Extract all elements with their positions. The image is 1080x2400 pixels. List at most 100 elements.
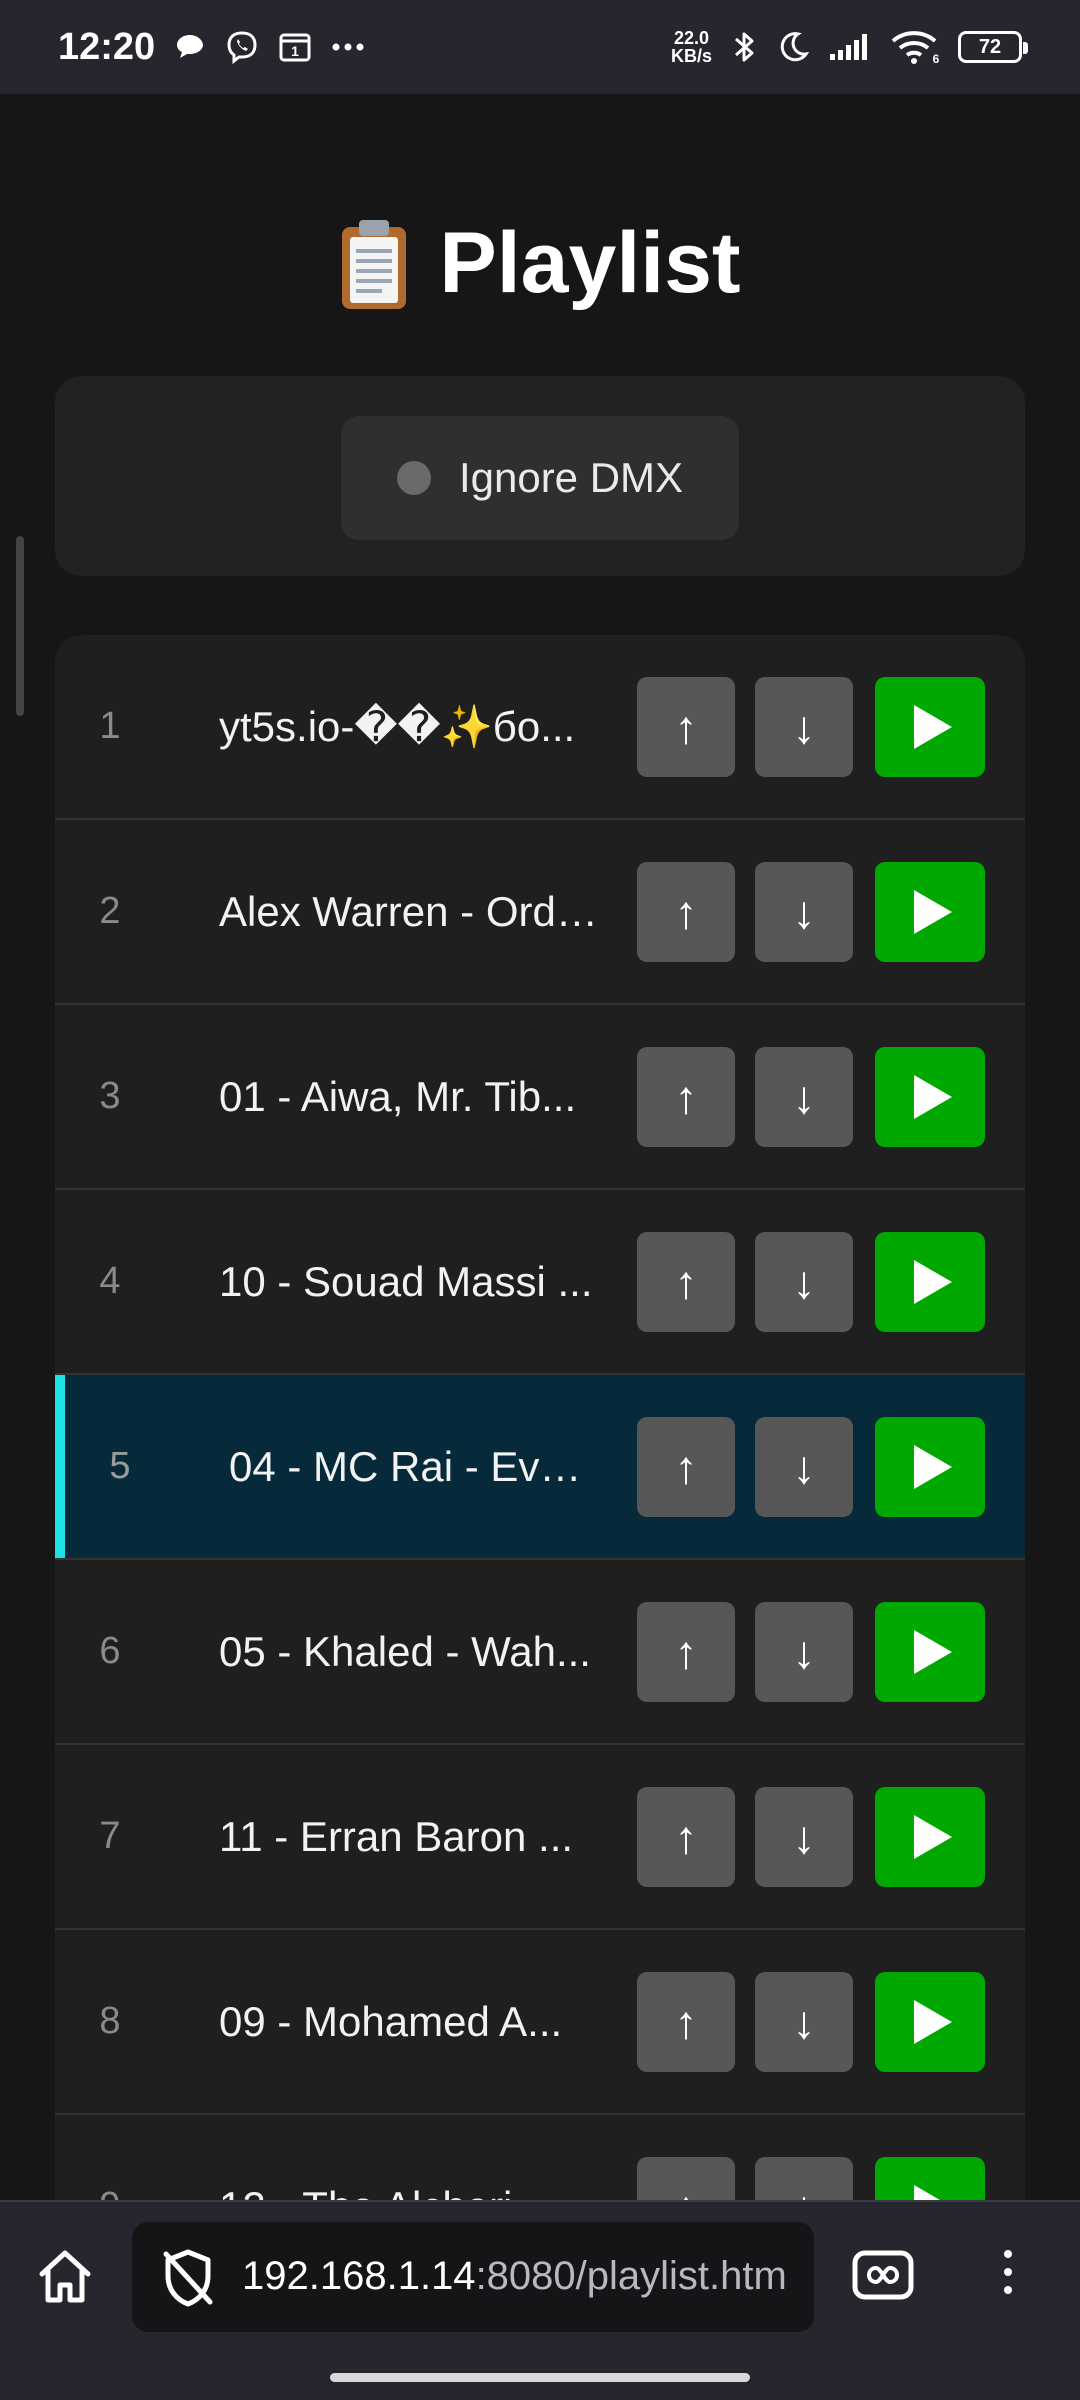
move-up-button[interactable]: ↑	[637, 862, 735, 962]
url-host: 192.168.1.14	[242, 2254, 476, 2298]
row-index: 9	[95, 2185, 125, 2200]
move-up-button[interactable]: ↑	[637, 1417, 735, 1517]
playlist-row[interactable]: 6 05 - Khaled - Wah... ↑ ↓	[55, 1560, 1025, 1745]
move-down-button[interactable]: ↓	[755, 1972, 853, 2072]
battery-icon: 72	[958, 31, 1028, 63]
toolbar-divider	[0, 2200, 1080, 2202]
url-path: :8080/playlist.htm	[475, 2254, 787, 2298]
play-button[interactable]	[875, 1417, 985, 1517]
play-button[interactable]	[875, 1602, 985, 1702]
play-button[interactable]	[875, 1972, 985, 2072]
dot	[1004, 2268, 1012, 2276]
playlist-row[interactable]: 9 12 - The Alcheri... ↑ ↓	[55, 2115, 1025, 2200]
arrow-down-icon: ↓	[792, 1071, 816, 1123]
gesture-bar[interactable]	[330, 2373, 750, 2382]
playlist-row[interactable]: 4 10 - Souad Massi ... ↑ ↓	[55, 1190, 1025, 1375]
address-bar[interactable]: 192.168.1.14:8080/playlist.htm	[132, 2222, 814, 2332]
more-options-icon[interactable]	[1004, 2250, 1012, 2294]
playlist-row[interactable]: 1 yt5s.io-��✨бо... ↑ ↓	[55, 635, 1025, 820]
viber-icon	[225, 30, 259, 64]
page-title: Playlist	[439, 215, 741, 311]
status-right: 22.0 KB/s 6 72	[671, 29, 1028, 65]
arrow-up-icon: ↑	[674, 1626, 698, 1678]
row-index: 7	[99, 1815, 121, 1857]
move-up-button[interactable]: ↑	[637, 1972, 735, 2072]
ignore-dmx-toggle[interactable]: Ignore DMX	[341, 416, 739, 540]
status-time: 12:20	[58, 25, 156, 68]
svg-text:1: 1	[291, 43, 299, 59]
move-down-button[interactable]: ↓	[755, 2157, 853, 2200]
play-button[interactable]	[875, 1047, 985, 1147]
url-text[interactable]: 192.168.1.14:8080/playlist.htm	[242, 2254, 787, 2299]
row-index: 1	[99, 705, 121, 747]
playlist-row[interactable]: 2 Alex Warren - Ordi... ↑ ↓	[55, 820, 1025, 1005]
arrow-down-icon: ↓	[792, 1996, 816, 2048]
shield-off-icon[interactable]	[160, 2248, 216, 2313]
dmx-controls-card: Ignore DMX	[55, 376, 1025, 576]
network-speed-value: 22.0	[673, 28, 710, 48]
play-icon	[914, 1075, 952, 1119]
scroll-indicator[interactable]	[16, 536, 24, 716]
song-title: Alex Warren - Ordi...	[219, 887, 599, 935]
play-button[interactable]	[875, 677, 985, 777]
row-index: 5	[109, 1445, 131, 1487]
network-speed: 22.0 KB/s	[671, 29, 712, 65]
tab-switcher-icon[interactable]	[852, 2250, 914, 2305]
arrow-down-icon: ↓	[792, 886, 816, 938]
move-up-button[interactable]: ↑	[637, 1602, 735, 1702]
move-down-button[interactable]: ↓	[755, 1232, 853, 1332]
move-down-button[interactable]: ↓	[755, 1047, 853, 1147]
arrow-up-icon: ↑	[674, 701, 698, 753]
wifi-icon: 6	[890, 29, 940, 65]
arrow-down-icon: ↓	[793, 2180, 816, 2200]
playlist-list: 1 yt5s.io-��✨бо... ↑ ↓ 2 Alex Warren - O…	[55, 635, 1025, 2200]
play-icon	[914, 1630, 952, 1674]
play-button[interactable]	[875, 1787, 985, 1887]
playlist-row[interactable]: 8 09 - Mohamed A... ↑ ↓	[55, 1930, 1025, 2115]
play-icon	[914, 2000, 952, 2044]
move-up-button[interactable]: ↑	[637, 1787, 735, 1887]
arrow-down-icon: ↓	[792, 1256, 816, 1308]
playlist-row[interactable]: 7 11 - Erran Baron ... ↑ ↓	[55, 1745, 1025, 1930]
play-icon	[914, 705, 952, 749]
move-up-button[interactable]: ↑	[637, 1047, 735, 1147]
play-icon	[914, 1815, 952, 1859]
home-icon[interactable]	[36, 2248, 94, 2309]
play-icon	[914, 1445, 952, 1489]
song-title: yt5s.io-��✨бо...	[219, 702, 576, 750]
move-up-button[interactable]: ↑	[637, 1232, 735, 1332]
dot	[1004, 2286, 1012, 2294]
move-down-button[interactable]: ↓	[755, 862, 853, 962]
calendar-icon: 1	[279, 32, 311, 62]
playlist-row-active[interactable]: 5 04 - MC Rai - Eve... ↑ ↓	[55, 1375, 1025, 1560]
battery-level: 72	[978, 35, 1002, 58]
page-content: Playlist Ignore DMX 1 yt5s.io-��✨бо... ↑…	[0, 94, 1080, 2200]
move-down-button[interactable]: ↓	[755, 1417, 853, 1517]
arrow-up-icon: ↑	[674, 886, 698, 938]
play-button[interactable]	[875, 2157, 985, 2200]
arrow-up-icon: ↑	[674, 1811, 698, 1863]
play-icon	[914, 1260, 952, 1304]
song-title: 01 - Aiwa, Mr. Tib...	[219, 1072, 577, 1120]
signal-icon	[828, 32, 872, 62]
move-up-button[interactable]: ↑	[637, 677, 735, 777]
arrow-up-icon: ↑	[674, 1071, 698, 1123]
play-button[interactable]	[875, 1232, 985, 1332]
move-up-button[interactable]: ↑	[637, 2157, 735, 2200]
status-left: 12:20 1	[58, 26, 365, 69]
arrow-up-icon: ↑	[675, 2180, 698, 2200]
clipboard-icon	[339, 217, 409, 311]
song-title: 09 - Mohamed A...	[219, 1997, 563, 2045]
play-button[interactable]	[875, 862, 985, 962]
row-index: 4	[99, 1260, 121, 1302]
playlist-row[interactable]: 3 01 - Aiwa, Mr. Tib... ↑ ↓	[55, 1005, 1025, 1190]
move-down-button[interactable]: ↓	[755, 1787, 853, 1887]
arrow-down-icon: ↓	[792, 1441, 816, 1493]
play-icon	[914, 2185, 952, 2200]
page-header: Playlist	[0, 214, 1080, 313]
move-down-button[interactable]: ↓	[755, 677, 853, 777]
row-index: 6	[99, 1630, 121, 1672]
move-down-button[interactable]: ↓	[755, 1602, 853, 1702]
arrow-up-icon: ↑	[674, 1256, 698, 1308]
active-indicator	[55, 1375, 65, 1558]
